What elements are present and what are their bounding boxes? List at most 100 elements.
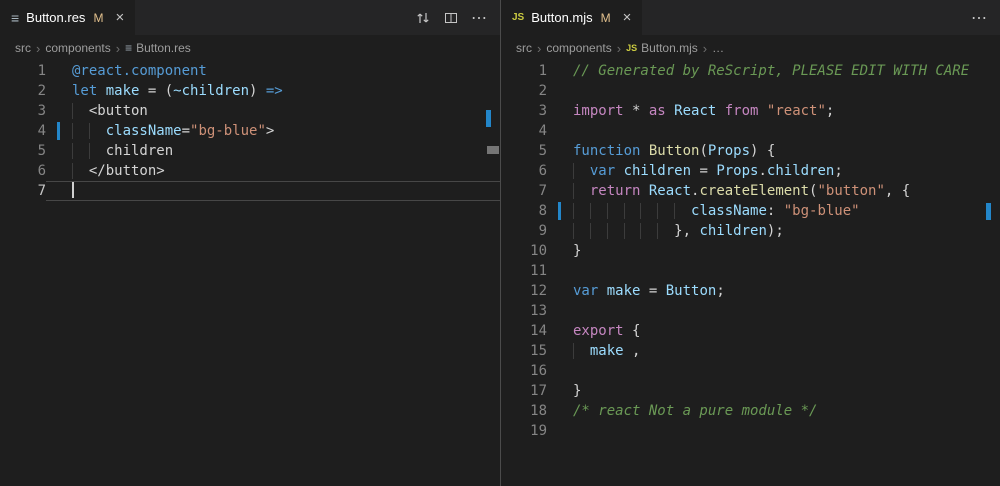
editor-actions-left: ⋯ <box>415 0 500 35</box>
code-line[interactable]: 1 @react.component <box>0 61 500 81</box>
indent-guide <box>72 143 89 159</box>
code-line[interactable]: 18/* react Not a pure module */ <box>501 401 1000 421</box>
code-line[interactable]: 1// Generated by ReScript, PLEASE EDIT W… <box>501 61 1000 81</box>
indent-guide <box>72 123 89 139</box>
code-token: ) <box>249 83 266 99</box>
line-number[interactable]: 19 <box>501 421 547 441</box>
gutter-decoration <box>46 101 72 121</box>
code-token: ~children <box>173 83 249 99</box>
code-token: > <box>266 123 274 139</box>
code-token: Props <box>708 143 750 159</box>
code-editor-mjs[interactable]: 1// Generated by ReScript, PLEASE EDIT W… <box>501 61 1000 486</box>
line-number[interactable]: 1 <box>501 61 547 81</box>
code-token: ; <box>826 103 834 119</box>
code-line[interactable]: 19 <box>501 421 1000 441</box>
indent-guide <box>573 203 590 219</box>
code-line[interactable]: 5 children <box>0 141 500 161</box>
tab-button-res[interactable]: ≡ Button.res M × <box>0 0 135 35</box>
line-number[interactable]: 15 <box>501 341 547 361</box>
split-editor-icon[interactable] <box>443 10 459 26</box>
line-number[interactable]: 13 <box>501 301 547 321</box>
overview-ruler-modified-marker <box>486 110 491 127</box>
code-line[interactable]: 14export { <box>501 321 1000 341</box>
code-line[interactable]: 4 <box>501 121 1000 141</box>
code-line[interactable]: 16 <box>501 361 1000 381</box>
code-token: @react.component <box>72 63 207 79</box>
code-line[interactable]: 11 <box>501 261 1000 281</box>
breadcrumb-item[interactable]: src <box>15 41 31 55</box>
breadcrumb: src›components›JSButton.mjs›… <box>501 35 1000 61</box>
code-line[interactable]: 7 <box>0 181 500 201</box>
code-line[interactable]: 4 className="bg-blue"> <box>0 121 500 141</box>
gutter-decoration <box>547 201 573 221</box>
code-token: React <box>674 103 725 119</box>
tab-button-mjs[interactable]: JS Button.mjs M × <box>501 0 642 35</box>
line-number[interactable]: 14 <box>501 321 547 341</box>
close-icon[interactable]: × <box>115 10 124 25</box>
code-token: }, <box>674 223 699 239</box>
code-line[interactable]: 2let make = (~children) => <box>0 81 500 101</box>
code-token: children <box>624 163 691 179</box>
gutter-decoration <box>547 421 573 441</box>
more-actions-icon[interactable]: ⋯ <box>971 8 988 28</box>
code-line[interactable]: 6 var children = Props.children; <box>501 161 1000 181</box>
code-line[interactable]: 6 </button> <box>0 161 500 181</box>
gutter-decoration <box>547 281 573 301</box>
code-line[interactable]: 5function Button(Props) { <box>501 141 1000 161</box>
code-line[interactable]: 13 <box>501 301 1000 321</box>
line-number[interactable]: 7 <box>0 181 46 201</box>
line-number[interactable]: 6 <box>501 161 547 181</box>
code-line[interactable]: 17} <box>501 381 1000 401</box>
line-number[interactable]: 8 <box>501 201 547 221</box>
line-number[interactable]: 2 <box>501 81 547 101</box>
breadcrumb-label: components <box>45 41 110 55</box>
line-number[interactable]: 3 <box>0 101 46 121</box>
line-number[interactable]: 1 <box>0 61 46 81</box>
more-actions-icon[interactable]: ⋯ <box>471 8 488 28</box>
line-number[interactable]: 18 <box>501 401 547 421</box>
line-number[interactable]: 5 <box>501 141 547 161</box>
breadcrumb-item[interactable]: src <box>516 41 532 55</box>
line-number[interactable]: 6 <box>0 161 46 181</box>
code-line[interactable]: 3import * as React from "react"; <box>501 101 1000 121</box>
code-token: <button <box>89 103 148 119</box>
editor-actions-right: ⋯ <box>971 0 1000 35</box>
indent-guide <box>657 203 674 219</box>
code-line[interactable]: 8 className: "bg-blue" <box>501 201 1000 221</box>
breadcrumb-item[interactable]: ≡Button.res <box>125 41 191 55</box>
breadcrumb-item[interactable]: components <box>45 41 110 55</box>
code-token: , { <box>885 183 910 199</box>
open-changes-icon[interactable] <box>415 10 431 26</box>
indent-guide <box>72 103 89 119</box>
gutter-decoration <box>46 61 72 81</box>
line-number[interactable]: 11 <box>501 261 547 281</box>
line-number[interactable]: 9 <box>501 221 547 241</box>
line-number[interactable]: 16 <box>501 361 547 381</box>
breadcrumb-item[interactable]: components <box>546 41 611 55</box>
line-number[interactable]: 5 <box>0 141 46 161</box>
code-line[interactable]: 15 make , <box>501 341 1000 361</box>
line-number[interactable]: 10 <box>501 241 547 261</box>
code-editor-res[interactable]: 1 @react.component 2let make = (~children)… <box>0 61 500 486</box>
code-line[interactable]: 7 return React.createElement("button", { <box>501 181 1000 201</box>
code-line[interactable]: 12var make = Button; <box>501 281 1000 301</box>
breadcrumb-label: Button.mjs <box>641 41 698 55</box>
line-number[interactable]: 3 <box>501 101 547 121</box>
line-number[interactable]: 4 <box>0 121 46 141</box>
code-line[interactable]: 2 <box>501 81 1000 101</box>
code-token: "bg-blue" <box>190 123 266 139</box>
breadcrumb-item[interactable]: … <box>712 41 724 55</box>
line-number[interactable]: 2 <box>0 81 46 101</box>
code-line[interactable]: 10} <box>501 241 1000 261</box>
code-line[interactable]: 9 }, children); <box>501 221 1000 241</box>
code-token: "bg-blue" <box>784 203 860 219</box>
line-number[interactable]: 4 <box>501 121 547 141</box>
code-line[interactable]: 3 <button <box>0 101 500 121</box>
breadcrumb-item[interactable]: JSButton.mjs <box>626 41 698 55</box>
line-number[interactable]: 7 <box>501 181 547 201</box>
line-number[interactable]: 17 <box>501 381 547 401</box>
breadcrumb-separator: › <box>537 41 541 56</box>
close-icon[interactable]: × <box>623 10 632 25</box>
line-number[interactable]: 12 <box>501 281 547 301</box>
breadcrumb-separator: › <box>36 41 40 56</box>
